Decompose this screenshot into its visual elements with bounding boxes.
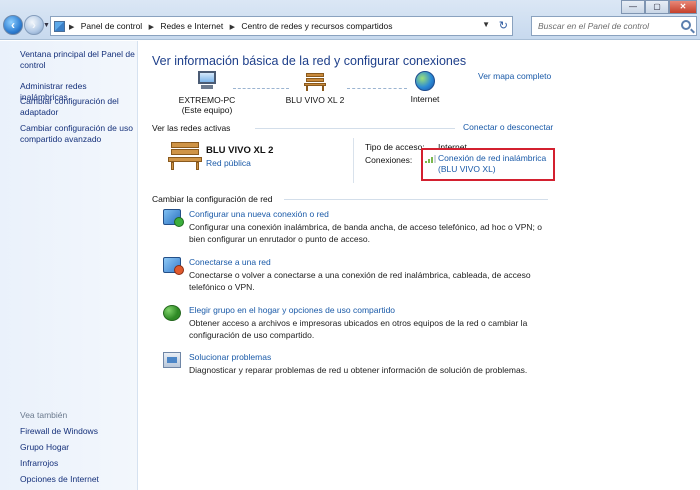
close-button[interactable]: ✕	[669, 0, 697, 14]
network-type-link[interactable]: Red pública	[206, 158, 251, 168]
task-description: Conectarse o volver a conectarse a una c…	[189, 270, 531, 292]
internet-label: Internet	[410, 94, 440, 104]
map-connector	[347, 88, 407, 89]
task-homegroup: Elegir grupo en el hogar y opciones de u…	[163, 305, 543, 341]
connect-disconnect-link[interactable]: Conectar o desconectar	[463, 122, 553, 132]
map-internet-node[interactable]: Internet	[401, 71, 449, 104]
map-computer-node[interactable]: EXTREMO-PC (Este equipo)	[167, 71, 247, 115]
chevron-right-icon[interactable]: ▶	[230, 24, 235, 31]
search-box[interactable]: Buscar en el Panel de control	[531, 16, 697, 36]
address-bar[interactable]: ▶ Panel de control ▶ Redes e Internet ▶ …	[50, 16, 513, 36]
homegroup-icon	[163, 305, 181, 321]
address-dropdown-icon[interactable]: ▼	[482, 20, 490, 29]
sidebar-item-infrared[interactable]: Infrarrojos	[20, 458, 135, 469]
sidebar-item-homegroup[interactable]: Grupo Hogar	[20, 442, 135, 453]
breadcrumb-network-center[interactable]: Centro de redes y recursos compartidos	[241, 21, 392, 31]
breadcrumb-network-internet[interactable]: Redes e Internet	[160, 21, 223, 31]
search-icon[interactable]	[681, 20, 691, 30]
breadcrumb: ▶ Panel de control ▶ Redes e Internet ▶ …	[69, 21, 397, 31]
task-connect-network: Conectarse a una red Conectarse o volver…	[163, 257, 543, 293]
task-title[interactable]: Configurar una nueva conexión o red	[189, 209, 329, 219]
sidebar-item-advanced-sharing[interactable]: Cambiar configuración de uso compartido …	[20, 123, 135, 145]
back-button[interactable]: ‹	[3, 15, 23, 35]
task-title[interactable]: Solucionar problemas	[189, 352, 271, 362]
globe-icon	[415, 71, 435, 91]
task-description: Configurar una conexión inalámbrica, de …	[189, 222, 542, 244]
main-content: Ver información básica de la red y confi…	[139, 41, 700, 490]
page-title: Ver información básica de la red y confi…	[152, 54, 467, 68]
computer-sub: (Este equipo)	[181, 105, 233, 115]
change-settings-title: Cambiar la configuración de red	[152, 194, 273, 204]
computer-icon	[195, 71, 219, 91]
minimize-button[interactable]: —	[621, 0, 645, 14]
task-title[interactable]: Conectarse a una red	[189, 257, 271, 267]
map-network-name: BLU VIVO XL 2	[285, 95, 345, 105]
arrow-left-icon: ‹	[11, 18, 15, 32]
task-description: Obtener acceso a archivos e impresoras u…	[189, 318, 528, 340]
access-type-label: Tipo de acceso:	[365, 142, 425, 152]
chevron-right-icon[interactable]: ▶	[149, 24, 154, 31]
active-networks-title: Ver las redes activas	[152, 123, 231, 133]
highlight-box	[421, 148, 555, 181]
sidebar-item-internet-options[interactable]: Opciones de Internet	[20, 474, 135, 485]
sidebar-item-firewall[interactable]: Firewall de Windows	[20, 426, 135, 437]
computer-name: EXTREMO-PC	[178, 95, 236, 105]
divider	[353, 138, 354, 183]
view-full-map-link[interactable]: Ver mapa completo	[478, 71, 551, 81]
sidebar-item-adapter-settings[interactable]: Cambiar configuración del adaptador	[20, 96, 135, 118]
maximize-button[interactable]: ▢	[645, 0, 669, 14]
sidebar: Ventana principal del Panel de control A…	[0, 41, 138, 490]
window-controls: — ▢ ✕	[617, 0, 697, 14]
task-title[interactable]: Elegir grupo en el hogar y opciones de u…	[189, 305, 395, 315]
divider	[255, 128, 455, 129]
arrow-right-icon: ›	[32, 18, 36, 32]
breadcrumb-control-panel[interactable]: Panel de control	[81, 21, 142, 31]
chevron-right-icon[interactable]: ▶	[69, 24, 74, 31]
sidebar-item-control-panel-home[interactable]: Ventana principal del Panel de control	[20, 49, 135, 71]
public-network-bench-icon	[167, 140, 203, 170]
control-panel-icon	[54, 21, 65, 32]
refresh-icon[interactable]: ↻	[499, 19, 508, 32]
network-setup-icon	[163, 209, 184, 227]
see-also-title: Vea también	[20, 410, 68, 420]
troubleshoot-icon	[163, 352, 181, 368]
recent-pages-dropdown-icon[interactable]: ▼	[43, 22, 50, 29]
connect-network-icon	[163, 257, 184, 275]
connections-label: Conexiones:	[365, 155, 413, 165]
forward-button[interactable]: ›	[24, 15, 44, 35]
active-network-name: BLU VIVO XL 2	[206, 145, 274, 156]
title-address-bar: — ▢ ✕ ‹ › ▼ ▶ Panel de control ▶ Redes e…	[0, 0, 700, 40]
divider	[284, 199, 548, 200]
task-description: Diagnosticar y reparar problemas de red …	[189, 365, 528, 375]
task-new-connection: Configurar una nueva conexión o red Conf…	[163, 209, 543, 245]
search-input[interactable]: Buscar en el Panel de control	[538, 21, 649, 31]
bench-icon	[303, 71, 327, 91]
task-troubleshoot: Solucionar problemas Diagnosticar y repa…	[163, 352, 543, 378]
map-network-node[interactable]: BLU VIVO XL 2	[279, 71, 351, 105]
